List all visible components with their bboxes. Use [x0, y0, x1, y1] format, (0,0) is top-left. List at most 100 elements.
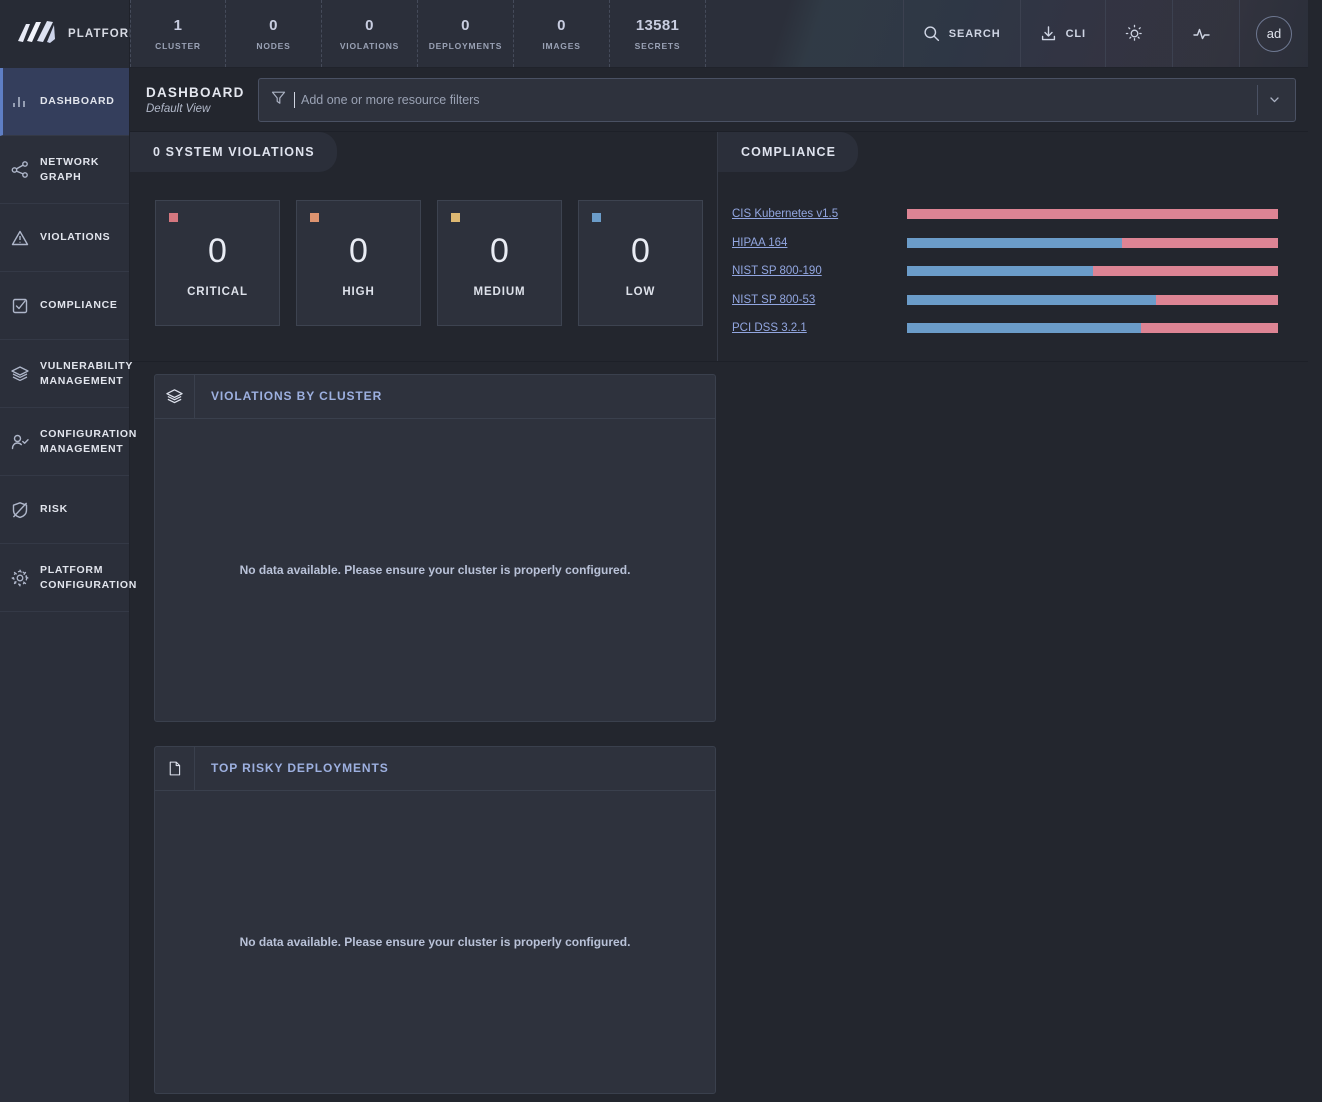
resource-filter-input[interactable]: Add one or more resource filters — [258, 77, 1296, 122]
filter-placeholder: Add one or more resource filters — [294, 91, 1249, 108]
stat-value: 0 — [365, 16, 374, 34]
severity-tile-critical[interactable]: 0 CRITICAL — [155, 200, 280, 326]
severity-tile-medium[interactable]: 0 MEDIUM — [437, 200, 562, 326]
severity-color-swatch — [169, 213, 178, 222]
compliance-failing-segment — [1092, 266, 1278, 277]
widget-violations-by-cluster: VIOLATIONS BY CLUSTER No data available.… — [154, 373, 716, 722]
stat-label: VIOLATIONS — [339, 40, 400, 51]
stat-images[interactable]: 0 IMAGES — [514, 0, 610, 67]
sidebar-item-risk[interactable]: RISK — [0, 476, 129, 544]
theme-toggle-button[interactable] — [1105, 0, 1172, 67]
chevron-down-icon[interactable] — [1257, 84, 1291, 115]
page-subtitle: Default View — [146, 102, 211, 115]
compliance-standard-link[interactable]: HIPAA 164 — [732, 237, 907, 249]
severity-count: 0 — [208, 232, 227, 270]
sidebar: PLATFORM DASHBOARD NETWORK GRAPH VIOLATI… — [0, 0, 139, 1102]
severity-color-swatch — [451, 213, 460, 222]
compliance-standards-list: CIS Kubernetes v1.5 HIPAA 164 NIST SP 80… — [718, 172, 1308, 343]
app-root: PLATFORM DASHBOARD NETWORK GRAPH VIOLATI… — [0, 0, 1322, 1102]
compliance-passing-segment — [907, 266, 1093, 277]
search-button-label: SEARCH — [948, 27, 1001, 40]
sidebar-item-label: COMPLIANCE — [40, 299, 118, 312]
stat-value: 0 — [557, 16, 566, 34]
compliance-standard-link[interactable]: PCI DSS 3.2.1 — [732, 322, 907, 334]
system-violations-panel: 0 SYSTEM VIOLATIONS 0 CRITICAL 0 HIGH 0 … — [130, 132, 718, 361]
user-check-icon — [10, 432, 30, 452]
stat-value: 0 — [461, 16, 470, 34]
compliance-failing-segment — [907, 209, 1278, 220]
right-scroll-rail[interactable] — [1308, 0, 1322, 1102]
download-icon — [1040, 25, 1057, 42]
compliance-row: NIST SP 800-53 — [732, 286, 1278, 315]
severity-count: 0 — [631, 232, 650, 270]
stat-label: IMAGES — [542, 40, 581, 51]
widget-grid: VIOLATIONS BY CLUSTER No data available.… — [130, 362, 1308, 1102]
compliance-progress-bar — [907, 209, 1278, 220]
empty-state-message: No data available. Please ensure your cl… — [239, 934, 631, 949]
severity-tile-low[interactable]: 0 LOW — [578, 200, 703, 326]
search-icon — [923, 25, 940, 42]
layers-icon — [10, 364, 30, 384]
warning-triangle-icon — [10, 228, 30, 248]
stat-cluster[interactable]: 1 CLUSTER — [130, 0, 226, 67]
severity-tile-high[interactable]: 0 HIGH — [296, 200, 421, 326]
sidebar-item-dashboard[interactable]: DASHBOARD — [0, 68, 129, 136]
stat-deployments[interactable]: 0 DEPLOYMENTS — [418, 0, 514, 67]
cli-download-button[interactable]: CLI — [1019, 0, 1105, 67]
sidebar-item-label: DASHBOARD — [40, 95, 115, 108]
compliance-progress-bar — [907, 266, 1278, 277]
compliance-failing-segment — [1155, 294, 1278, 305]
sidebar-item-compliance[interactable]: COMPLIANCE — [0, 272, 129, 340]
compliance-row: NIST SP 800-190 — [732, 257, 1278, 286]
sidebar-item-vulnerability-management[interactable]: VULNERABILITY MANAGEMENT — [0, 340, 132, 408]
stat-value: 0 — [269, 16, 278, 34]
compliance-passing-segment — [907, 294, 1156, 305]
compliance-passing-segment — [907, 323, 1141, 334]
top-bar: 1 CLUSTER 0 NODES 0 VIOLATIONS 0 DEPLOYM… — [130, 0, 1308, 68]
severity-count: 0 — [349, 232, 368, 270]
summary-counts: 1 CLUSTER 0 NODES 0 VIOLATIONS 0 DEPLOYM… — [130, 0, 706, 67]
compliance-standard-link[interactable]: CIS Kubernetes v1.5 — [732, 208, 907, 220]
stat-violations[interactable]: 0 VIOLATIONS — [322, 0, 418, 67]
widget-header: VIOLATIONS BY CLUSTER — [155, 374, 715, 419]
stat-secrets[interactable]: 13581 SECRETS — [610, 0, 706, 67]
stat-nodes[interactable]: 0 NODES — [226, 0, 322, 67]
layers-icon — [155, 374, 195, 418]
compliance-tab[interactable]: COMPLIANCE — [718, 132, 859, 172]
avatar[interactable]: ad — [1256, 15, 1292, 52]
compliance-row: HIPAA 164 — [732, 229, 1278, 258]
stat-label: SECRETS — [634, 40, 681, 51]
compliance-row: CIS Kubernetes v1.5 — [732, 200, 1278, 229]
sidebar-item-label: VULNERABILITY MANAGEMENT — [40, 360, 133, 387]
checkbox-check-icon — [10, 296, 30, 316]
sidebar-item-configuration-management[interactable]: CONFIGURATION MANAGEMENT — [0, 408, 136, 476]
stacked-cards-logo-icon — [14, 19, 58, 49]
cli-button-label: CLI — [1065, 27, 1086, 40]
sidebar-item-platform-configuration[interactable]: PLATFORM CONFIGURATION — [0, 544, 136, 612]
main-column: 1 CLUSTER 0 NODES 0 VIOLATIONS 0 DEPLOYM… — [130, 0, 1308, 1102]
widget-title: VIOLATIONS BY CLUSTER — [211, 389, 383, 403]
compliance-standard-link[interactable]: NIST SP 800-53 — [732, 294, 907, 306]
widget-body: No data available. Please ensure your cl… — [155, 791, 715, 1093]
activity-pulse-icon — [1192, 24, 1211, 43]
compliance-failing-segment — [1122, 237, 1278, 248]
severity-tiles: 0 CRITICAL 0 HIGH 0 MEDIUM 0 LOW — [130, 172, 717, 326]
severity-label: MEDIUM — [473, 286, 526, 298]
severity-label: CRITICAL — [187, 286, 248, 298]
widget-top-risky-deployments: TOP RISKY DEPLOYMENTS No data available.… — [154, 745, 716, 1094]
widget-body: No data available. Please ensure your cl… — [155, 419, 715, 721]
compliance-progress-bar — [907, 237, 1278, 248]
sidebar-item-violations[interactable]: VIOLATIONS — [0, 204, 129, 272]
sidebar-filler — [0, 612, 129, 1102]
system-health-button[interactable] — [1172, 0, 1239, 67]
network-share-icon — [10, 160, 30, 180]
sidebar-item-network-graph[interactable]: NETWORK GRAPH — [0, 136, 129, 204]
compliance-standard-link[interactable]: NIST SP 800-190 — [732, 265, 907, 277]
page-title: DASHBOARD — [146, 84, 245, 100]
brand-logo[interactable]: PLATFORM — [0, 0, 139, 68]
system-violations-tab[interactable]: 0 SYSTEM VIOLATIONS — [130, 132, 337, 172]
widget-title: TOP RISKY DEPLOYMENTS — [211, 761, 389, 775]
funnel-icon — [271, 90, 286, 110]
compliance-passing-segment — [907, 237, 1123, 248]
search-button[interactable]: SEARCH — [902, 0, 1020, 67]
